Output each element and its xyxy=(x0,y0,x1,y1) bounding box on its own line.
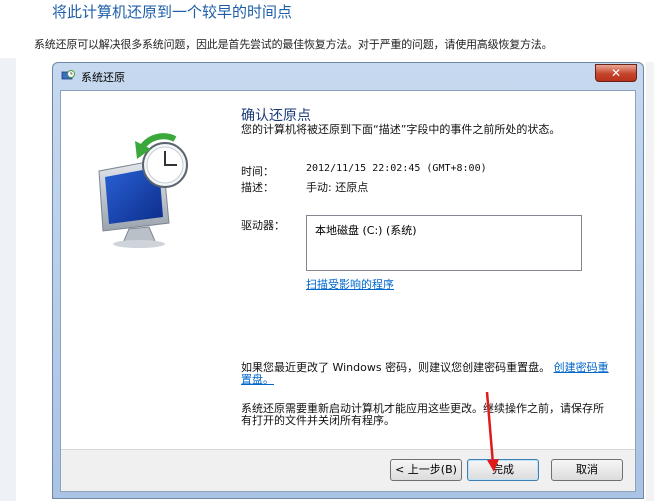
red-annotation-arrow xyxy=(485,391,499,472)
